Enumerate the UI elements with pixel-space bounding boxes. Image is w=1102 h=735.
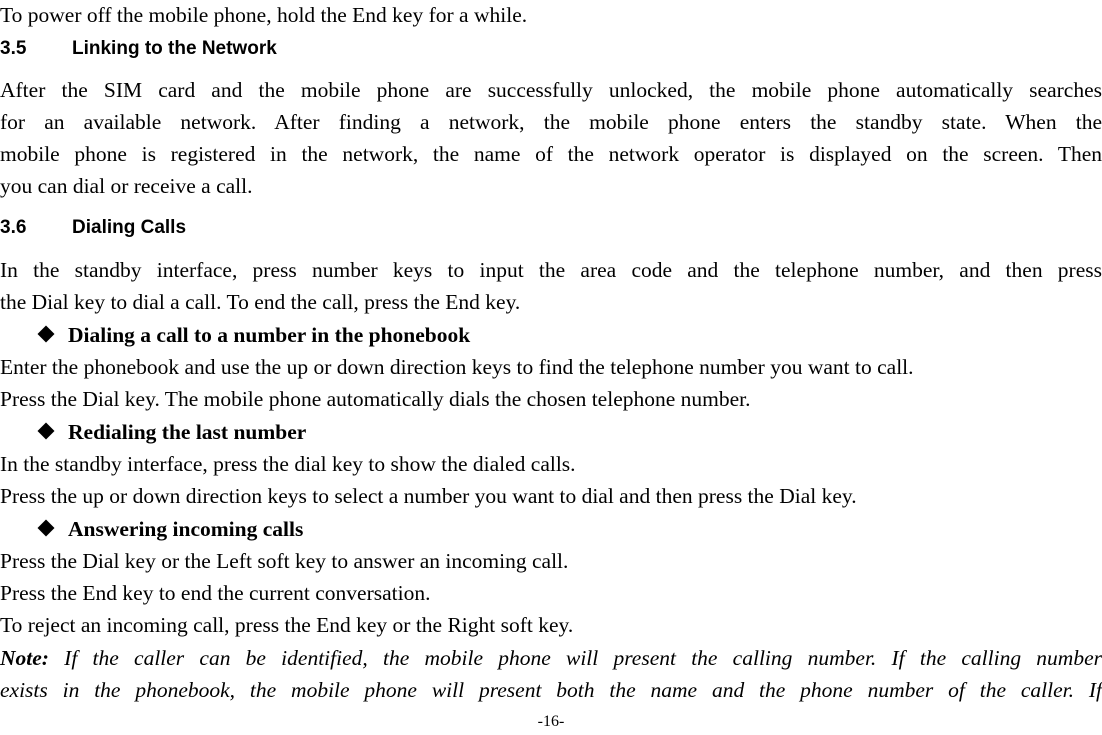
section-heading-3-5: 3.5 Linking to the Network [0,37,277,61]
paragraph-line: the Dial key to dial a call. To end the … [0,290,521,314]
paragraph-line: After the SIM card and the mobile phone … [0,78,1102,102]
section-number: 3.5 [0,38,27,59]
bullet-heading: Redialing the last number [37,419,307,445]
section-heading-3-6: 3.6 Dialing Calls [0,216,186,240]
body-line: Press the End key to end the current con… [0,581,431,605]
bullet-heading: Answering incoming calls [37,516,304,542]
paragraph-line: mobile phone is registered in the networ… [0,142,1102,166]
note-label: Note: [0,646,49,670]
diamond-bullet-icon [37,325,55,343]
body-line: Press the Dial key or the Left soft key … [0,549,569,573]
note-line: exists in the phonebook, the mobile phon… [0,678,1102,702]
section-title: Linking to the Network [72,38,277,59]
body-line: Press the Dial key. The mobile phone aut… [0,387,751,411]
diamond-bullet-icon [37,519,55,537]
body-line: To reject an incoming call, press the En… [0,613,574,637]
paragraph-line: In the standby interface, press number k… [0,258,1102,282]
note-text: If the caller can be identified, the mob… [48,646,1102,670]
note-line: Note: If the caller can be identified, t… [0,645,1102,671]
body-line: Enter the phonebook and use the up or do… [0,355,914,379]
body-line: In the standby interface, press the dial… [0,452,576,476]
bullet-title: Dialing a call to a number in the phoneb… [68,323,471,347]
section-number: 3.6 [0,217,27,238]
body-line: Press the up or down direction keys to s… [0,484,857,508]
diamond-bullet-icon [37,422,55,440]
bullet-heading: Dialing a call to a number in the phoneb… [37,322,471,348]
bullet-title: Answering incoming calls [68,517,304,541]
paragraph-line: you can dial or receive a call. [0,174,253,198]
intro-line: To power off the mobile phone, hold the … [0,3,528,27]
bullet-title: Redialing the last number [68,420,307,444]
page-number: -16- [537,713,565,730]
paragraph-line: for an available network. After finding … [0,110,1102,134]
section-title: Dialing Calls [72,217,187,238]
